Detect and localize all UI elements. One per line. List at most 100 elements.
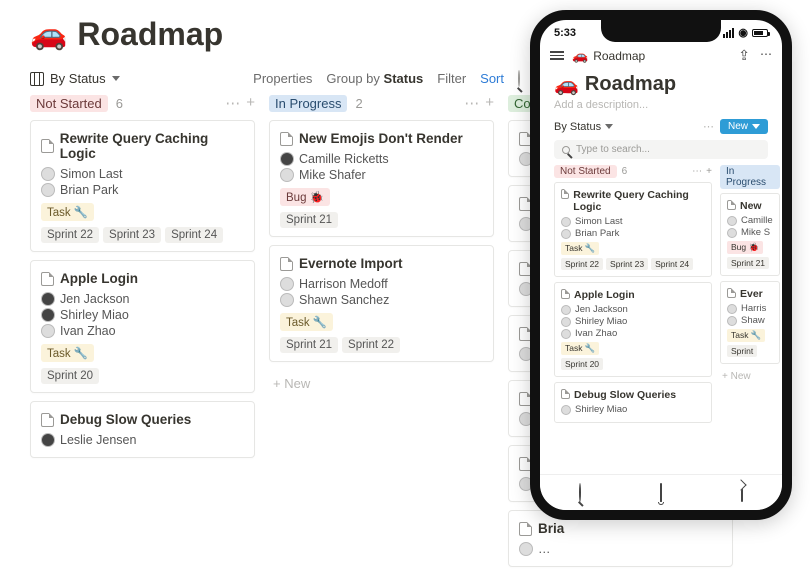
- column-add-icon[interactable]: +: [706, 166, 712, 177]
- column-more-icon[interactable]: ⋯: [225, 94, 240, 112]
- search-icon: [562, 146, 570, 154]
- properties-button[interactable]: Properties: [253, 71, 312, 86]
- board-card[interactable]: Apple LoginJen JacksonShirley MiaoIvan Z…: [554, 282, 712, 377]
- share-icon[interactable]: ⇪: [738, 47, 750, 64]
- column-more-icon[interactable]: ⋯: [464, 94, 479, 112]
- menu-icon[interactable]: [550, 51, 564, 60]
- column-add-icon[interactable]: +: [485, 94, 494, 112]
- description-placeholder[interactable]: Add a description...: [554, 99, 768, 111]
- sprint-tag: Sprint 22: [342, 337, 400, 353]
- avatar: [561, 317, 571, 327]
- avatar: [727, 304, 737, 314]
- status-chip[interactable]: Not Started: [30, 95, 108, 112]
- wifi-icon: ◉: [738, 26, 748, 39]
- card-person: Shirley Miao: [561, 404, 705, 415]
- avatar: [41, 308, 55, 322]
- view-selector[interactable]: By Status: [554, 121, 613, 133]
- board-card[interactable]: Debug Slow QueriesLeslie Jensen: [30, 401, 255, 458]
- view-label: By Status: [50, 71, 106, 86]
- card-title: Bria: [538, 521, 564, 536]
- more-icon[interactable]: ⋯: [703, 120, 714, 133]
- avatar: [561, 229, 571, 239]
- card-person: Camille Ricketts: [280, 152, 483, 166]
- page-icon: [561, 189, 569, 199]
- new-button[interactable]: New: [720, 119, 768, 134]
- card-person: Ivan Zhao: [41, 324, 244, 338]
- page-emoji: 🚗: [554, 72, 579, 97]
- sprint-tag: Sprint: [727, 345, 757, 357]
- page-icon: [561, 289, 570, 299]
- avatar: [727, 228, 737, 238]
- chevron-down-icon: [605, 124, 613, 129]
- sprint-tag: Sprint 20: [561, 358, 603, 370]
- type-tag: Task 🔧: [41, 344, 94, 362]
- card-title: Apple Login: [60, 271, 138, 286]
- column-more-icon[interactable]: ⋯: [692, 166, 702, 177]
- view-bar: By Status Properties Group by Status Fil…: [30, 71, 520, 86]
- board-card[interactable]: Rewrite Query Caching LogicSimon LastBri…: [554, 182, 712, 277]
- page-icon: [280, 132, 293, 146]
- status-chip[interactable]: In Progress: [269, 95, 347, 112]
- board-card[interactable]: New Emojis Don't Render Camille Ricketts M…: [269, 120, 494, 237]
- new-card-button[interactable]: + New: [269, 370, 494, 397]
- avatar: [727, 216, 737, 226]
- search-input[interactable]: Type to search...: [554, 140, 768, 159]
- sprint-tag: Sprint 23: [103, 227, 161, 243]
- phone-mockup: 5:33 ◉ 🚗 Roadmap ⇪ ⋯ 🚗 Roadmap Add a des…: [530, 10, 792, 520]
- page-icon: [41, 139, 54, 153]
- type-tag: Task 🔧: [727, 329, 765, 342]
- clock: 5:33: [554, 27, 576, 39]
- card-title: New: [740, 200, 762, 212]
- status-chip[interactable]: Not Started: [554, 165, 617, 178]
- nav-compose[interactable]: [741, 484, 743, 502]
- sprint-tag: Sprint 20: [41, 368, 99, 384]
- avatar: [280, 152, 294, 166]
- card-title: Evernote Import: [299, 256, 403, 271]
- card-title: Debug Slow Queries: [574, 389, 676, 401]
- view-selector[interactable]: By Status: [30, 71, 120, 86]
- card-title: New Emojis Don't Render: [299, 131, 463, 146]
- card-person: Mike Shafer: [280, 168, 483, 182]
- groupby-button[interactable]: Group by Status: [326, 71, 423, 86]
- sprint-tag: Sprint 21: [280, 337, 338, 353]
- sprint-tag: Sprint 21: [727, 257, 769, 269]
- card-person: Simon Last: [561, 216, 705, 227]
- nav-notifications[interactable]: [660, 484, 662, 502]
- board-card[interactable]: Debug Slow Queries Shirley Miao: [554, 382, 712, 423]
- card-person: Shawn Sanchez: [280, 293, 483, 307]
- search-button[interactable]: [518, 71, 520, 86]
- card-person: Brian Park: [561, 228, 705, 239]
- card-title: Debug Slow Queries: [60, 412, 191, 427]
- card-person: Shirley Miao: [561, 316, 705, 327]
- board-card[interactable]: NewCamilleMike SBug 🐞Sprint 21: [720, 193, 780, 276]
- new-card-button[interactable]: + New: [720, 369, 780, 384]
- filter-button[interactable]: Filter: [437, 71, 466, 86]
- mobile-nav: [540, 474, 782, 510]
- avatar: [280, 277, 294, 291]
- card-person: Jen Jackson: [561, 304, 705, 315]
- more-icon[interactable]: ⋯: [760, 47, 772, 64]
- mobile-view-bar: By Status ⋯ New: [540, 115, 782, 138]
- card-person: Harris: [727, 303, 773, 314]
- page-icon: [727, 200, 736, 210]
- sprint-tag: Sprint 21: [280, 212, 338, 228]
- breadcrumb[interactable]: 🚗 Roadmap: [572, 48, 645, 64]
- board-card[interactable]: Apple LoginJen JacksonShirley MiaoIvan Z…: [30, 260, 255, 393]
- board-card[interactable]: Rewrite Query Caching LogicSimon LastBri…: [30, 120, 255, 252]
- column-add-icon[interactable]: +: [246, 94, 255, 112]
- sprint-tag: Sprint 24: [651, 258, 693, 270]
- card-title: Ever: [740, 288, 763, 300]
- type-tag: Task 🔧: [561, 242, 599, 255]
- card-person: Mike S: [727, 227, 773, 238]
- sprint-tag: Sprint 23: [606, 258, 648, 270]
- status-chip[interactable]: In Progress: [720, 165, 780, 189]
- page-icon: [41, 272, 54, 286]
- board-card[interactable]: EverHarrisShawTask 🔧Sprint: [720, 281, 780, 364]
- avatar: [280, 293, 294, 307]
- sprint-tag: Sprint 22: [41, 227, 99, 243]
- sprint-tag: Sprint 24: [165, 227, 223, 243]
- sort-button[interactable]: Sort: [480, 71, 504, 86]
- card-title: Apple Login: [574, 289, 635, 301]
- board-card[interactable]: Evernote ImportHarrison MedoffShawn Sanc…: [269, 245, 494, 362]
- nav-search[interactable]: [579, 484, 581, 502]
